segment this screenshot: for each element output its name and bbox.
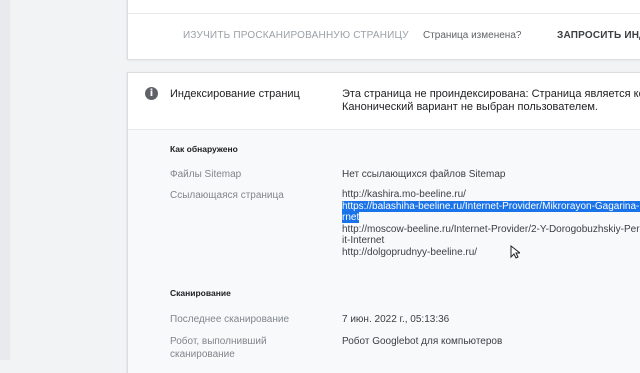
discovery-section-title: Как обнаружено	[170, 144, 238, 154]
left-panel-edge	[0, 0, 10, 360]
selected-text: https://balashiha-beeline.ru/Internet-Pr…	[342, 200, 640, 212]
inspection-actions-card: ИЗУЧИТЬ ПРОСКАНИРОВАННУЮ СТРАНИЦУ Страни…	[127, 0, 640, 59]
request-indexing-button[interactable]: ЗАПРОСИТЬ ИНДЕ	[557, 30, 640, 41]
indexing-details: Как обнаружено Файлы Sitemap Нет ссылающ…	[128, 129, 640, 373]
referring-url[interactable]: http://dolgoprudnyy-beeline.ru/	[342, 247, 640, 259]
referring-url[interactable]: http://moscow-beeline.ru/Internet-Provid…	[342, 224, 640, 236]
crawler-label: Робот, выполнивший сканирование	[170, 336, 267, 360]
divider	[128, 13, 640, 14]
referring-url-continuation[interactable]: it-Internet	[342, 235, 640, 247]
crawl-section-title: Сканирование	[170, 288, 231, 298]
crawler-value: Робот Googlebot для компьютеров	[342, 336, 503, 347]
indexing-status-line: Эта страница не проиндексирована: Страни…	[342, 88, 640, 100]
referring-url[interactable]: http://kashira.mo-beeline.ru/	[342, 189, 640, 201]
indexing-header-row[interactable]: i Индексирование страниц Эта страница не…	[128, 73, 640, 129]
referring-url-continuation[interactable]: rnet	[342, 212, 640, 224]
indexing-status-line: Канонический вариант не выбран пользоват…	[342, 101, 598, 113]
referring-url[interactable]: https://balashiha-beeline.ru/Internet-Pr…	[342, 200, 640, 213]
view-crawled-page-button[interactable]: ИЗУЧИТЬ ПРОСКАНИРОВАННУЮ СТРАНИЦУ	[183, 30, 409, 41]
page-changed-label: Страница изменена?	[423, 30, 522, 41]
referring-page-list: http://kashira.mo-beeline.ru/ https://ba…	[342, 189, 640, 258]
text-cursor-icon	[510, 245, 520, 259]
last-crawl-label: Последнее сканирование	[170, 314, 290, 325]
selected-text: rnet	[342, 212, 360, 223]
page-indexing-card: i Индексирование страниц Эта страница не…	[127, 72, 640, 373]
referring-page-label: Ссылающаяся страница	[170, 190, 284, 201]
last-crawl-value: 7 июн. 2022 г., 05:13:36	[342, 314, 450, 325]
indexing-title: Индексирование страниц	[170, 88, 300, 100]
indexing-status: Эта страница не проиндексирована: Страни…	[342, 88, 640, 114]
info-icon: i	[145, 87, 158, 100]
sitemaps-label: Файлы Sitemap	[170, 169, 242, 180]
sitemaps-value: Нет ссылающихся файлов Sitemap	[342, 169, 506, 180]
